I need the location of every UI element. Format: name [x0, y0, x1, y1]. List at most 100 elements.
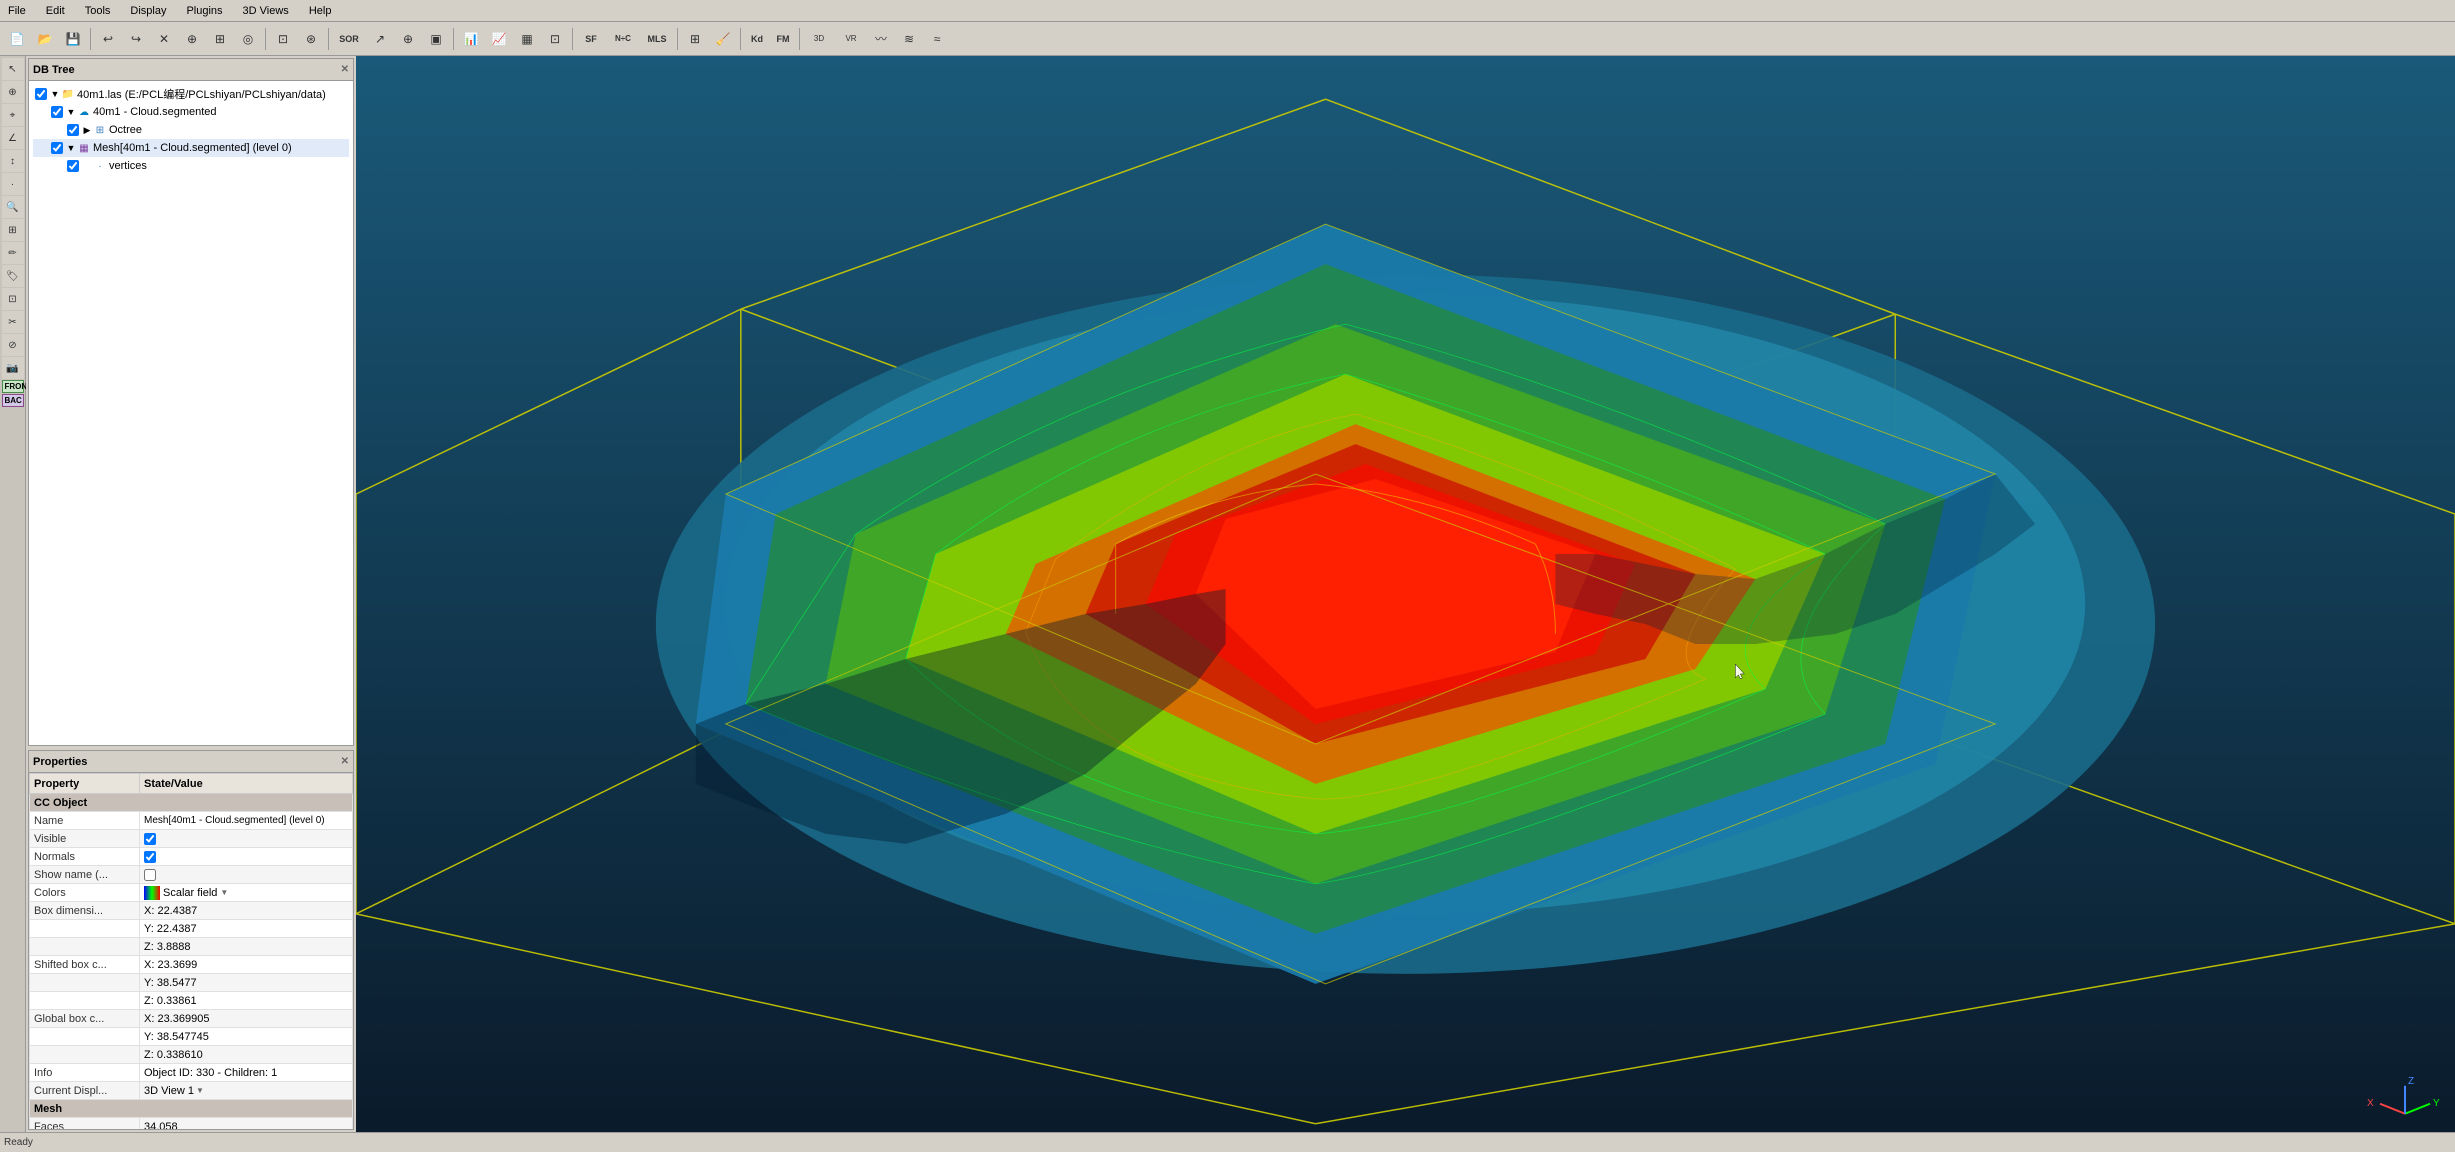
- back-badge[interactable]: BAC: [2, 394, 24, 407]
- prop-shift-y-row: Y: 38.5477: [30, 974, 353, 992]
- side-grid-icon[interactable]: ⊞: [2, 219, 24, 241]
- properties-close[interactable]: ✕: [341, 756, 349, 767]
- normals-checkbox[interactable]: [144, 851, 156, 863]
- menu-plugins[interactable]: Plugins: [182, 3, 226, 19]
- visible-checkbox[interactable]: [144, 833, 156, 845]
- tree-item-mesh[interactable]: ▼ ▦ Mesh[40m1 - Cloud.segmented] (level …: [33, 139, 349, 157]
- tb-sep3: [328, 28, 329, 50]
- front-badge[interactable]: FRONT: [2, 380, 24, 393]
- side-camera-icon[interactable]: 📷: [2, 357, 24, 379]
- db-tree-header: DB Tree ✕: [29, 59, 353, 81]
- tb-wave[interactable]: 〰: [868, 26, 894, 52]
- prop-box-dim-y-label: [30, 920, 140, 938]
- prop-table: Property State/Value CC Object Name Mesh…: [29, 773, 353, 1129]
- toggle-mesh[interactable]: ▼: [65, 142, 77, 154]
- tb-3d-1[interactable]: 3D: [804, 26, 834, 52]
- tb-sensor[interactable]: ◎: [235, 26, 261, 52]
- tb-wave2[interactable]: ≋: [896, 26, 922, 52]
- tb-new[interactable]: 📄: [4, 26, 30, 52]
- properties-scroll[interactable]: Property State/Value CC Object Name Mesh…: [29, 773, 353, 1129]
- tb-cleanup[interactable]: 🧹: [710, 26, 736, 52]
- tb-sf-label[interactable]: SF: [577, 26, 605, 52]
- side-cursor-icon[interactable]: ↖: [2, 58, 24, 80]
- side-edit-icon[interactable]: ✏: [2, 242, 24, 264]
- toggle-octree[interactable]: ▶: [81, 124, 93, 136]
- status-text: Ready: [4, 1137, 33, 1148]
- checkbox-mesh[interactable]: [51, 142, 63, 154]
- db-tree-close[interactable]: ✕: [341, 64, 349, 75]
- prop-display-value[interactable]: 3D View 1 ▼: [140, 1082, 353, 1100]
- prop-name-label: Name: [30, 812, 140, 830]
- tb-fm-label[interactable]: FM: [771, 26, 795, 52]
- colors-dropdown-arrow[interactable]: ▼: [220, 888, 228, 897]
- prop-box-dim-y: Y: 22.4387: [140, 920, 353, 938]
- tree-item-octree[interactable]: ▶ ⊞ Octree: [33, 121, 349, 139]
- side-label-icon[interactable]: 🏷: [2, 265, 24, 287]
- side-measure-icon[interactable]: ⊕: [2, 81, 24, 103]
- tb-arrow[interactable]: ↗: [367, 26, 393, 52]
- tb-grid[interactable]: ⊞: [682, 26, 708, 52]
- tb-graph[interactable]: 📈: [486, 26, 512, 52]
- checkbox-root[interactable]: [35, 88, 47, 100]
- label-vertices: vertices: [109, 160, 147, 172]
- side-angle-icon[interactable]: ∠: [2, 127, 24, 149]
- tb-mls-label[interactable]: MLS: [641, 26, 673, 52]
- tree-item-root[interactable]: ▼ 📁 40m1.las (E:/PCL编程/PCLshiyan/PCLshiy…: [33, 85, 349, 103]
- side-point-icon[interactable]: ·: [2, 173, 24, 195]
- prop-normals-row: Normals: [30, 848, 353, 866]
- menu-tools[interactable]: Tools: [81, 3, 115, 19]
- tb-wave3[interactable]: ≈: [924, 26, 950, 52]
- prop-showname-value[interactable]: [140, 866, 353, 884]
- checkbox-vertices[interactable]: [67, 160, 79, 172]
- display-text: 3D View 1: [144, 1085, 194, 1097]
- toggle-cloud[interactable]: ▼: [65, 106, 77, 118]
- side-ruler-icon[interactable]: ⌖: [2, 104, 24, 126]
- viewport[interactable]: Y X Z: [356, 56, 2455, 1132]
- display-arrow[interactable]: ▼: [196, 1086, 204, 1095]
- tb-pick[interactable]: ⊕: [395, 26, 421, 52]
- checkbox-octree[interactable]: [67, 124, 79, 136]
- side-zoom-icon[interactable]: 🔍: [2, 196, 24, 218]
- checkbox-cloud[interactable]: [51, 106, 63, 118]
- tb-save[interactable]: 💾: [60, 26, 86, 52]
- tb-zoom-sel[interactable]: ⊛: [298, 26, 324, 52]
- prop-box-dim-z-label: [30, 938, 140, 956]
- side-area-icon[interactable]: ⊡: [2, 288, 24, 310]
- menu-file[interactable]: File: [4, 3, 30, 19]
- section-mesh: Mesh: [30, 1100, 353, 1118]
- tb-sor[interactable]: SOR: [333, 26, 365, 52]
- menu-help[interactable]: Help: [305, 3, 336, 19]
- prop-colors-value[interactable]: Scalar field ▼: [140, 884, 353, 902]
- tb-plane[interactable]: ▦: [514, 26, 540, 52]
- side-section-icon[interactable]: ⊘: [2, 334, 24, 356]
- tb-undo[interactable]: ↩: [95, 26, 121, 52]
- tb-rect[interactable]: ▣: [423, 26, 449, 52]
- label-root: 40m1.las (E:/PCL编程/PCLshiyan/PCLshiyan/d…: [77, 86, 326, 102]
- prop-display-label: Current Displ...: [30, 1082, 140, 1100]
- tb-nc-label[interactable]: N÷C: [607, 26, 639, 52]
- tb-chart[interactable]: 📊: [458, 26, 484, 52]
- svg-text:Y: Y: [2433, 1098, 2440, 1109]
- tb-delete[interactable]: ✕: [151, 26, 177, 52]
- prop-normals-value[interactable]: [140, 848, 353, 866]
- tree-item-vertices[interactable]: · vertices: [33, 157, 349, 175]
- tb-clone[interactable]: ⊕: [179, 26, 205, 52]
- menu-display[interactable]: Display: [126, 3, 170, 19]
- tb-3d-2[interactable]: VR: [836, 26, 866, 52]
- prop-visible-value[interactable]: [140, 830, 353, 848]
- showname-checkbox[interactable]: [144, 869, 156, 881]
- tree-item-cloud[interactable]: ▼ ☁ 40m1 - Cloud.segmented: [33, 103, 349, 121]
- menu-edit[interactable]: Edit: [42, 3, 69, 19]
- toggle-vertices[interactable]: [81, 160, 93, 172]
- tb-box[interactable]: ⊡: [542, 26, 568, 52]
- tb-kd-label[interactable]: Kd: [745, 26, 769, 52]
- tb-redo[interactable]: ↪: [123, 26, 149, 52]
- tree-content[interactable]: ▼ 📁 40m1.las (E:/PCL编程/PCLshiyan/PCLshiy…: [29, 81, 353, 745]
- tb-open[interactable]: 📂: [32, 26, 58, 52]
- side-height-icon[interactable]: ↕: [2, 150, 24, 172]
- menu-3d-views[interactable]: 3D Views: [239, 3, 293, 19]
- tb-zoom-all[interactable]: ⊡: [270, 26, 296, 52]
- tb-merge[interactable]: ⊞: [207, 26, 233, 52]
- side-clipping-icon[interactable]: ✂: [2, 311, 24, 333]
- toggle-root[interactable]: ▼: [49, 88, 61, 100]
